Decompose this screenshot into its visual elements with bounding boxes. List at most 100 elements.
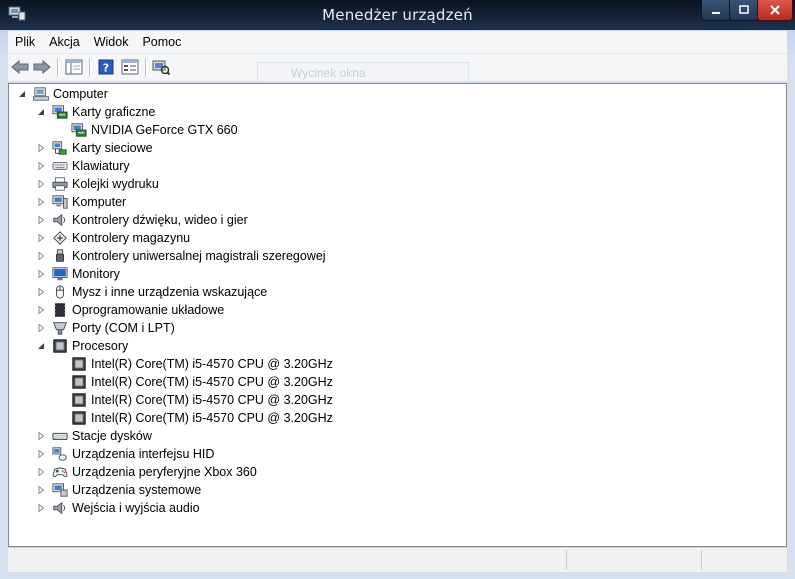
expanded-arrow-icon[interactable] <box>36 341 46 351</box>
firmware-icon <box>52 302 68 318</box>
help-icon: ? <box>98 59 114 75</box>
minimize-icon <box>712 12 720 14</box>
tree-item-label: Karty graficzne <box>72 105 156 119</box>
collapsed-arrow-icon[interactable] <box>36 215 46 225</box>
collapsed-arrow-icon[interactable] <box>36 485 46 495</box>
tree-category-item[interactable]: Kontrolery dźwięku, wideo i gier <box>36 211 248 229</box>
back-button[interactable] <box>10 57 30 77</box>
collapsed-arrow-icon[interactable] <box>36 305 46 315</box>
expanded-arrow-icon[interactable] <box>17 89 27 99</box>
tree-category-item[interactable]: Urządzenia interfejsu HID <box>36 445 214 463</box>
collapsed-arrow-icon[interactable] <box>36 251 46 261</box>
tree-item-label: Urządzenia peryferyjne Xbox 360 <box>72 465 257 479</box>
tree-item-label: Intel(R) Core(TM) i5-4570 CPU @ 3.20GHz <box>91 357 333 371</box>
collapsed-arrow-icon[interactable] <box>36 503 46 513</box>
tree-category-item[interactable]: Karty graficzne <box>36 103 155 121</box>
status-pane <box>701 550 787 570</box>
collapsed-arrow-icon[interactable] <box>36 179 46 189</box>
tree-category-item[interactable]: Komputer <box>36 193 126 211</box>
collapsed-arrow-icon[interactable] <box>36 449 46 459</box>
menu-widok[interactable]: Widok <box>87 31 136 53</box>
processor-icon <box>71 356 87 372</box>
device-tree[interactable]: Computer Karty graficzne NVIDIA GeForce G… <box>8 83 787 547</box>
menu-bar: Plik Akcja Widok Pomoc <box>8 31 787 54</box>
keyboard-icon <box>52 158 68 174</box>
close-button[interactable] <box>757 0 793 21</box>
collapsed-arrow-icon[interactable] <box>36 143 46 153</box>
tree-category-item[interactable]: Stacje dysków <box>36 427 152 445</box>
tree-category-item[interactable]: Wejścia i wyjścia audio <box>36 499 200 517</box>
tree-category-item[interactable]: Kontrolery uniwersalnej magistrali szere… <box>36 247 326 265</box>
minimize-button[interactable] <box>701 0 731 21</box>
tree-device-item[interactable]: Intel(R) Core(TM) i5-4570 CPU @ 3.20GHz <box>55 373 333 391</box>
collapsed-arrow-icon[interactable] <box>36 197 46 207</box>
tree-category-item[interactable]: Oprogramowanie układowe <box>36 301 224 319</box>
tree-category-item[interactable]: Monitory <box>36 265 120 283</box>
collapsed-arrow-icon[interactable] <box>36 233 46 243</box>
tree-category-item[interactable]: Procesory <box>36 337 128 355</box>
title-bar[interactable]: Menedżer urządzeń <box>0 0 795 30</box>
display-adapter-icon <box>52 104 68 120</box>
maximize-button[interactable] <box>729 0 759 21</box>
collapsed-arrow-icon[interactable] <box>36 323 46 333</box>
menu-pomoc[interactable]: Pomoc <box>135 31 188 53</box>
back-arrow-icon <box>11 60 29 74</box>
tree-device-item[interactable]: Intel(R) Core(TM) i5-4570 CPU @ 3.20GHz <box>55 409 333 427</box>
tree-item-label: Wejścia i wyjścia audio <box>72 501 200 515</box>
tree-category-item[interactable]: Kolejki wydruku <box>36 175 159 193</box>
menu-plik[interactable]: Plik <box>8 31 42 53</box>
menu-akcja[interactable]: Akcja <box>42 31 87 53</box>
close-icon <box>770 5 780 15</box>
tree-category-item[interactable]: Urządzenia peryferyjne Xbox 360 <box>36 463 257 481</box>
toolbar-separator <box>89 58 91 77</box>
tree-root[interactable]: Computer <box>17 85 108 103</box>
tree-category-item[interactable]: Klawiatury <box>36 157 130 175</box>
audio-io-icon <box>52 500 68 516</box>
tree-device-item[interactable]: Intel(R) Core(TM) i5-4570 CPU @ 3.20GHz <box>55 391 333 409</box>
tree-item-label: Oprogramowanie układowe <box>72 303 225 317</box>
tree-category-item[interactable]: Urządzenia systemowe <box>36 481 201 499</box>
show-hide-console-tree-button[interactable] <box>64 57 84 77</box>
collapsed-arrow-icon[interactable] <box>36 287 46 297</box>
help-button[interactable]: ? <box>96 57 116 77</box>
tree-item-label: Intel(R) Core(TM) i5-4570 CPU @ 3.20GHz <box>91 393 333 407</box>
tree-item-label: Mysz i inne urządzenia wskazujące <box>72 285 268 299</box>
system-device-icon <box>52 482 68 498</box>
snipping-tooltip-ghost: Wycinek okna <box>257 62 469 82</box>
tree-item-label: Karty sieciowe <box>72 141 153 155</box>
tree-category-item[interactable]: Mysz i inne urządzenia wskazujące <box>36 283 267 301</box>
tree-item-label: Komputer <box>72 195 127 209</box>
tree-category-item[interactable]: Porty (COM i LPT) <box>36 319 175 337</box>
forward-arrow-icon <box>33 60 51 74</box>
printer-icon <box>52 176 68 192</box>
collapsed-arrow-icon[interactable] <box>36 161 46 171</box>
tree-category-item[interactable]: Kontrolery magazynu <box>36 229 190 247</box>
gamepad-icon <box>52 464 68 480</box>
toolbar-separator <box>57 58 59 77</box>
tree-device-item[interactable]: Intel(R) Core(TM) i5-4570 CPU @ 3.20GHz <box>55 355 333 373</box>
expanded-arrow-icon[interactable] <box>36 107 46 117</box>
tree-item-label: Urządzenia systemowe <box>72 483 202 497</box>
tree-category-item[interactable]: Karty sieciowe <box>36 139 153 157</box>
collapsed-arrow-icon[interactable] <box>36 467 46 477</box>
tree-item-label: Klawiatury <box>72 159 130 173</box>
tree-item-label: Kontrolery magazynu <box>72 231 191 245</box>
collapsed-arrow-icon[interactable] <box>36 431 46 441</box>
tree-item-label: Monitory <box>72 267 120 281</box>
monitor-icon <box>52 266 68 282</box>
tree-item-label: Kontrolery dźwięku, wideo i gier <box>72 213 248 227</box>
tree-item-label: Kolejki wydruku <box>72 177 159 191</box>
tree-item-label: Intel(R) Core(TM) i5-4570 CPU @ 3.20GHz <box>91 411 333 425</box>
forward-button[interactable] <box>32 57 52 77</box>
properties-button[interactable] <box>120 57 140 77</box>
tree-item-label: Stacje dysków <box>72 429 152 443</box>
hid-icon <box>52 446 68 462</box>
scan-hardware-button[interactable] <box>151 57 171 77</box>
tree-device-item[interactable]: NVIDIA GeForce GTX 660 <box>55 121 238 139</box>
status-bar <box>8 547 787 572</box>
console-tree-icon <box>65 59 83 75</box>
network-adapter-icon <box>52 140 68 156</box>
storage-controller-icon <box>52 230 68 246</box>
collapsed-arrow-icon[interactable] <box>36 269 46 279</box>
tree-item-label: NVIDIA GeForce GTX 660 <box>91 123 238 137</box>
